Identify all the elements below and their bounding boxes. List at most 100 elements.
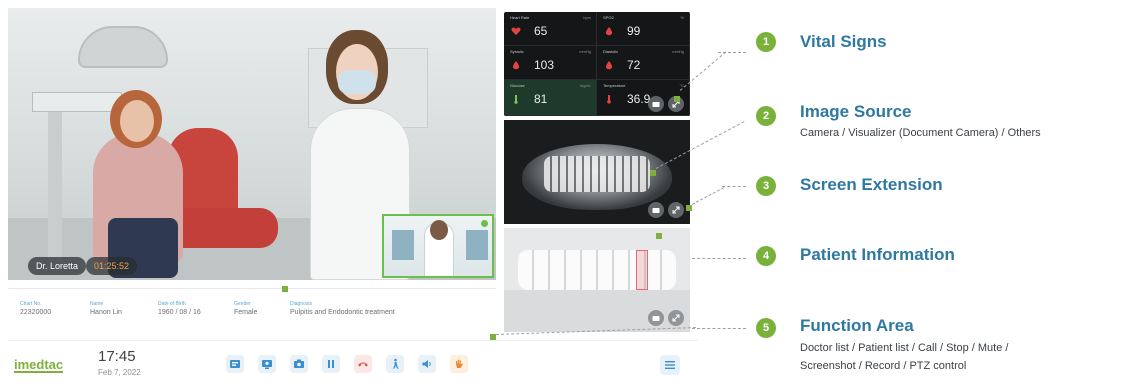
legend-badge-1: 1 <box>756 32 776 52</box>
legend-desc-function-area-2: Screenshot / Record / PTZ control <box>800 360 967 372</box>
field-value: 1960 / 08 / 16 <box>158 309 201 316</box>
call-timer: 01:25:52 <box>86 257 138 275</box>
vital-value: 36.9 <box>627 92 651 106</box>
legend-desc-image-source: Camera / Visualizer (Document Camera) / … <box>800 127 1041 139</box>
callout-marker-4 <box>656 233 662 239</box>
field-value: 22320000 <box>20 309 52 316</box>
heart-icon <box>511 27 521 35</box>
main-video-feed[interactable] <box>8 8 496 280</box>
field-label: Diagnosis <box>290 301 312 307</box>
speaker-icon <box>422 360 431 368</box>
record-button[interactable] <box>450 355 468 373</box>
vital-value: 72 <box>627 58 641 72</box>
field-value: Female <box>234 309 258 316</box>
image-source-panel[interactable] <box>504 120 690 224</box>
gum-area <box>504 290 690 332</box>
vital-unit: mmHg <box>579 49 591 54</box>
callout-marker-patient-info <box>282 286 288 292</box>
field-label: Name <box>90 301 104 307</box>
legend-badge-5: 5 <box>756 318 776 338</box>
vital-unit: mmHg <box>672 49 684 54</box>
legend-title-function-area: Function Area <box>800 316 914 335</box>
legend-title-screen-extension: Screen Extension <box>800 175 943 194</box>
current-date: Feb 7, 2022 <box>98 368 141 377</box>
glucose-icon <box>514 95 518 104</box>
vital-diastolic: Diastolic mmHg 72 <box>597 46 690 80</box>
legend-title-patient-information: Patient Information <box>800 245 955 264</box>
xray-screenshot-button[interactable] <box>648 202 664 218</box>
vital-value: 81 <box>534 92 548 106</box>
vital-systolic: Systolic mmHg 103 <box>504 46 597 80</box>
dentist-mask <box>338 70 376 94</box>
vital-label: SPO2 <box>603 15 614 20</box>
legend-desc-function-area: Doctor list / Patient list / Call / Stop… <box>800 342 1009 354</box>
legend-badge-3: 3 <box>756 176 776 196</box>
menu-button[interactable] <box>660 355 680 375</box>
screenshot-button[interactable] <box>290 355 308 373</box>
drop-icon <box>605 27 613 36</box>
field-label: Chart No. <box>20 301 42 307</box>
callout-line-3b <box>722 186 746 187</box>
vitals-screenshot-button[interactable] <box>648 96 664 112</box>
remote-doctor-pip[interactable] <box>382 214 494 278</box>
pip-xray-right <box>466 230 488 260</box>
legend-title-vital-signs: Vital Signs <box>800 32 887 51</box>
field-label: Gender <box>234 301 251 307</box>
patient-field-dob: Date of Birth 1960 / 08 / 16 <box>158 301 201 316</box>
drop-icon <box>512 61 520 70</box>
panoramic-xray-teeth <box>544 156 650 192</box>
callout-line-3 <box>691 187 725 205</box>
vital-label: Systolic <box>510 49 524 54</box>
expand-icon <box>672 314 680 322</box>
camera-icon <box>652 208 660 213</box>
pip-xray-left <box>392 230 414 260</box>
callout-marker-2 <box>650 170 656 176</box>
vital-label: Heart Rate <box>510 15 530 20</box>
vital-value: 99 <box>627 24 641 38</box>
intraoral-image-panel[interactable] <box>504 228 690 332</box>
intraoral-screenshot-button[interactable] <box>648 310 664 326</box>
callout-marker-3 <box>686 205 692 211</box>
field-value: Hanon Lin <box>90 309 122 316</box>
vital-unit: mg/dL <box>579 83 591 88</box>
drop-icon <box>605 61 613 70</box>
camera-icon <box>652 102 660 107</box>
vital-label: Diastolic <box>603 49 619 54</box>
patient-info-bar: Chart No. 22320000 Name Hanon Lin Date o… <box>8 288 496 332</box>
doctor-list-button[interactable] <box>226 355 244 373</box>
vital-spo2: SPO2 % 99 <box>597 12 690 46</box>
person-walk-icon <box>393 358 399 369</box>
vital-glucose: Glucose mg/dL 81 <box>504 80 597 116</box>
legend-badge-2: 2 <box>756 106 776 126</box>
vital-heart-rate: Heart Rate bpm 65 <box>504 12 597 46</box>
vital-unit: % <box>680 15 684 20</box>
vital-label: Glucose <box>510 83 525 88</box>
stop-button[interactable] <box>322 355 340 373</box>
imedtac-logo: imedtac <box>14 357 64 373</box>
callout-marker-1 <box>674 96 680 102</box>
callout-line-1b <box>718 52 746 53</box>
patient-list-button[interactable] <box>258 355 276 373</box>
call-button[interactable] <box>354 355 372 373</box>
hang-up-icon <box>358 362 368 367</box>
legend-badge-4: 4 <box>756 246 776 266</box>
instrument-stand <box>48 112 62 262</box>
participant-name-label: Dr. Loretta <box>28 257 87 275</box>
function-area: imedtac 17:45 Feb 7, 2022 <box>8 340 698 386</box>
dental-lamp <box>78 26 168 68</box>
patient-field-name: Name Hanon Lin <box>90 301 122 316</box>
intraoral-expand-button[interactable] <box>668 310 684 326</box>
camera-icon <box>652 316 660 321</box>
patient-list-icon <box>262 360 272 369</box>
hand-icon <box>456 359 463 368</box>
xray-expand-button[interactable] <box>668 202 684 218</box>
callout-line-5b <box>692 328 746 329</box>
patient-field-chart-no: Chart No. 22320000 <box>20 301 51 316</box>
vital-value: 65 <box>534 24 548 38</box>
ptz-control-button[interactable] <box>386 355 404 373</box>
expand-icon <box>672 206 680 214</box>
mute-button[interactable] <box>418 355 436 373</box>
pip-status-dot <box>481 220 488 227</box>
remote-doctor-head <box>430 220 448 240</box>
field-label: Date of Birth <box>158 301 186 307</box>
